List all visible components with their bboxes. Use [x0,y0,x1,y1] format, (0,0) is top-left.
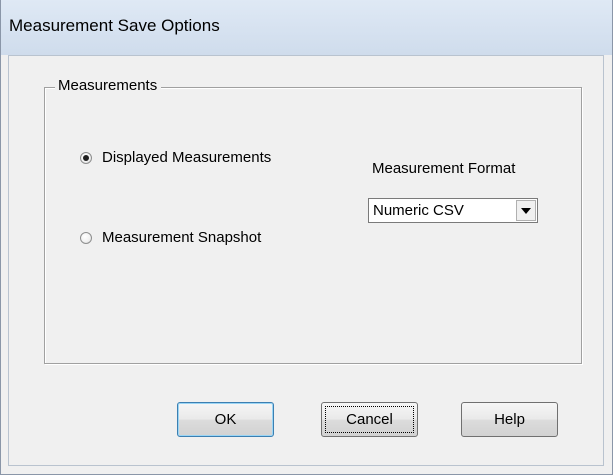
cancel-button[interactable]: Cancel [321,402,418,437]
dialog-title: Measurement Save Options [9,16,220,35]
chevron-down-icon [521,207,531,214]
radio-selected-icon[interactable] [80,151,92,164]
help-button[interactable]: Help [461,402,558,437]
displayed-measurements-radio[interactable]: Displayed Measurements [80,149,271,166]
measurements-group-label: Measurements [55,77,162,95]
ok-button-label: OK [214,411,237,428]
measurement-snapshot-label[interactable]: Measurement Snapshot [102,229,261,246]
ok-button[interactable]: OK [177,402,274,437]
cancel-button-label: Cancel [346,411,393,428]
measurement-format-value[interactable]: Numeric CSV [373,202,464,219]
measurement-format-label: Measurement Format [372,160,516,177]
help-button-label: Help [494,411,525,428]
measurements-groupbox [44,87,582,364]
measurement-format-dropdown[interactable]: Numeric CSV [368,198,538,223]
dropdown-button[interactable] [516,200,536,221]
measurement-snapshot-radio[interactable]: Measurement Snapshot [80,229,261,246]
displayed-measurements-label[interactable]: Displayed Measurements [102,149,271,166]
title-bar[interactable]: Measurement Save Options [1,0,612,55]
radio-unselected-icon[interactable] [80,231,92,244]
